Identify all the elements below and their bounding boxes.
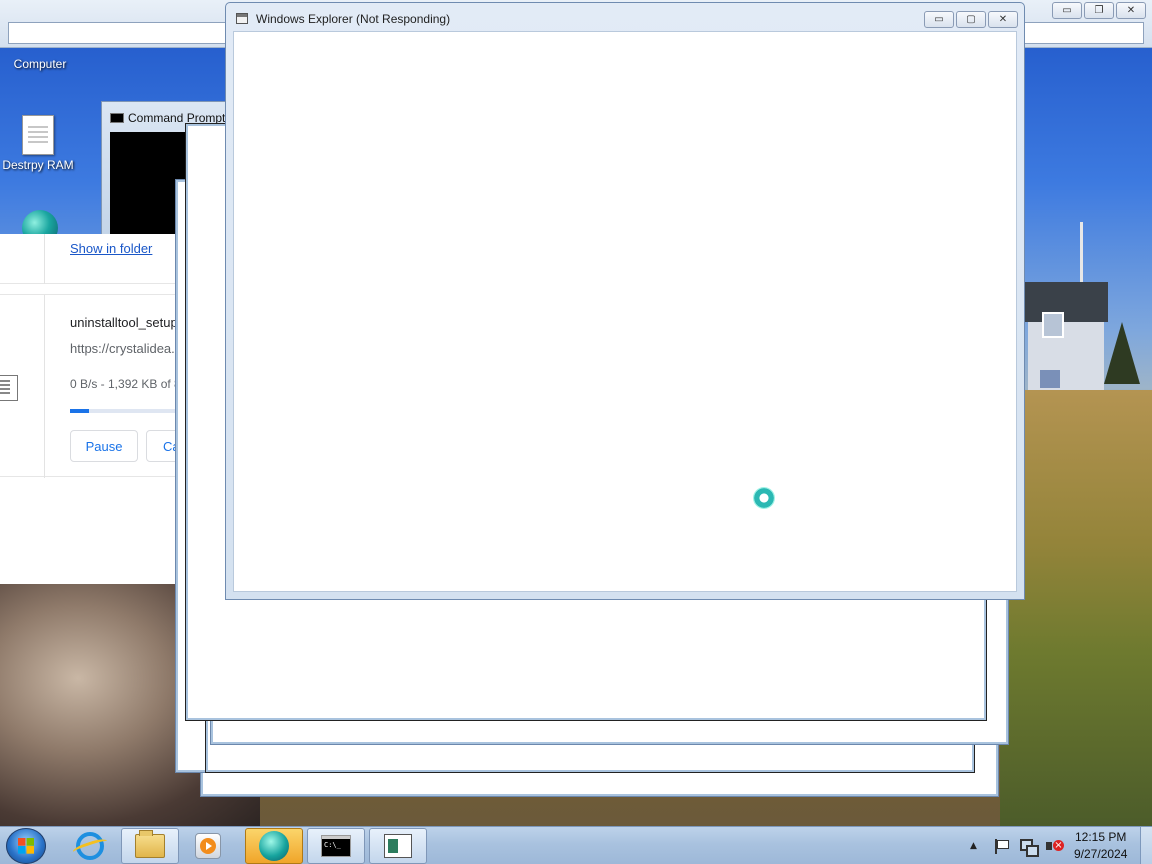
show-desktop-button[interactable] [1140,827,1152,864]
desktop-icon-destrpy-ram[interactable]: Destrpy RAM [0,115,78,172]
busy-cursor-icon [753,487,775,509]
pause-button-label: Pause [85,438,123,454]
taskbar-windows-explorer[interactable] [121,828,179,864]
desktop-icon-label: Destrpy RAM [2,158,74,172]
network-icon[interactable] [1018,837,1039,857]
folder-icon [135,830,165,858]
window-controls: ▭ ▢ ✕ [924,11,1018,28]
close-button[interactable]: ✕ [988,11,1018,28]
restore-icon: ▢ [966,14,976,25]
downloads-panel: Show in folder uninstalltool_setup.exe h… [0,234,176,584]
application-icon [384,834,412,858]
internet-explorer-icon [76,832,104,860]
download-file-name[interactable]: uninstalltool_setup.exe [70,315,175,330]
volume-muted-icon[interactable] [1044,837,1064,855]
taskbar-command-prompt[interactable]: C:\_ [307,828,365,864]
window-title: Windows Explorer (Not Responding) [256,12,451,26]
close-button[interactable]: ✕ [1116,2,1146,19]
window-title: Command Prompt [110,111,225,125]
cancel-button[interactable]: Cancel [146,430,175,462]
restore-icon: ❐ [1094,5,1104,16]
pause-button[interactable]: Pause [70,430,138,462]
minimize-icon: ▭ [934,14,944,25]
download-status: 0 B/s - 1,392 KB of 8.5 MB [70,377,175,391]
wallpaper-house [1024,282,1108,390]
download-url: https://crystalidea.com [70,341,175,356]
close-icon: ✕ [998,14,1008,25]
wallpaper-tree [1104,322,1140,384]
taskbar-generic-app[interactable] [369,828,427,864]
clock-time: 12:15 PM [1075,830,1127,844]
close-icon: ✕ [1126,5,1136,16]
media-player-icon [195,833,221,859]
show-hidden-icons-button[interactable]: ▲ [970,841,984,851]
taskbar-internet-explorer[interactable] [64,828,116,864]
window-client-area[interactable] [233,31,1017,592]
minimize-icon: ▭ [1062,5,1072,16]
show-in-folder-link[interactable]: Show in folder [70,241,152,256]
action-center-flag-icon[interactable] [992,837,1010,855]
teal-app-icon [259,831,289,861]
download-progress-bar [70,409,175,413]
command-prompt-icon [110,113,124,123]
minimize-button[interactable]: ▭ [1052,2,1082,19]
windows-explorer-window[interactable]: Windows Explorer (Not Responding) ▭ ▢ ✕ [225,2,1025,600]
restore-button[interactable]: ▢ [956,11,986,28]
system-tray: ▲ 12:15 PM 9/27/2024 [962,827,1152,864]
file-icon [0,375,18,401]
cancel-button-label: Cancel [163,438,175,454]
taskbar-teal-app[interactable] [245,828,303,864]
desktop-icon-label: Computer [13,57,67,71]
restore-button[interactable]: ❐ [1084,2,1114,19]
taskbar-media-player[interactable] [182,828,234,864]
desktop-icon-computer[interactable]: Computer [0,57,80,71]
download-item-current: uninstalltool_setup.exe https://crystali… [0,294,175,478]
taskbar: C:\_ ▲ 12:15 PM 9/27/2024 [0,826,1152,864]
minimize-button[interactable]: ▭ [924,11,954,28]
document-icon [22,115,54,155]
start-button[interactable] [6,828,46,864]
command-prompt-icon: C:\_ [321,835,351,857]
window-icon [236,13,248,24]
download-item-previous: Show in folder [0,234,175,284]
clock-date: 9/27/2024 [1074,847,1128,861]
clock[interactable]: 12:15 PM 9/27/2024 [1074,829,1127,863]
background-window-controls: ▭ ❐ ✕ [1052,2,1146,19]
